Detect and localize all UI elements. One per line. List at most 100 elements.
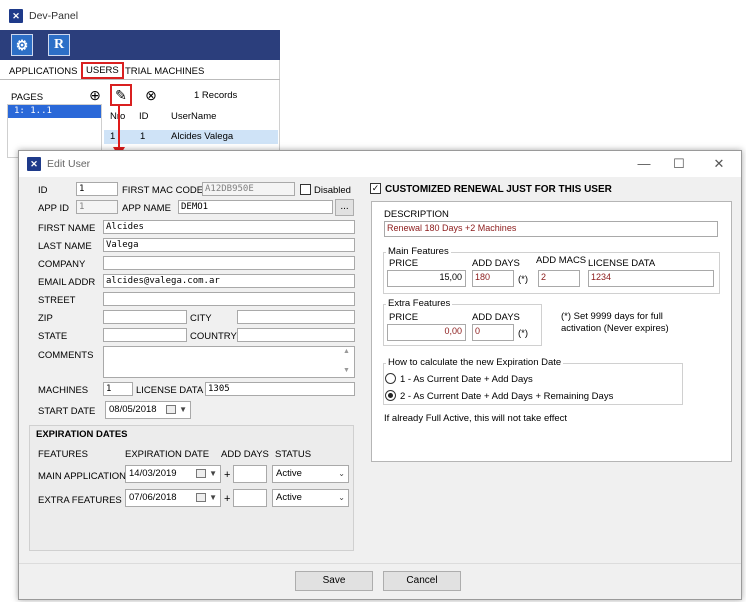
description-field[interactable]: Renewal 180 Days +2 Machines — [384, 221, 718, 237]
first-mac-label: FIRST MAC CODE — [122, 185, 204, 196]
tab-trial-machines[interactable]: TRIAL MACHINES — [122, 64, 207, 79]
license-data-field[interactable]: 1305 — [205, 382, 355, 396]
option-1-radio[interactable] — [385, 373, 396, 384]
scroll-down-icon[interactable]: ▼ — [343, 367, 350, 374]
chevron-down-icon[interactable]: ▼ — [179, 402, 187, 418]
extra-add-days-field[interactable]: 0 — [472, 324, 514, 341]
extra-add-days-field[interactable] — [233, 489, 267, 507]
edit-user-dialog: ✕ Edit User — ☐ ✕ ID 1 FIRST MAC CODE A1… — [18, 150, 742, 600]
company-field[interactable] — [103, 256, 355, 270]
custom-renewal-label: CUSTOMIZED RENEWAL JUST FOR THIS USER — [385, 184, 612, 195]
street-field[interactable] — [103, 292, 355, 306]
minimize-icon[interactable]: — — [634, 155, 654, 173]
arrow-line — [118, 106, 120, 150]
settings-gear-icon[interactable]: ⚙ — [11, 34, 33, 56]
chevron-down-icon[interactable]: ▼ — [209, 466, 217, 482]
city-field[interactable] — [237, 310, 355, 324]
cancel-button[interactable]: Cancel — [383, 571, 461, 591]
pages-list-item[interactable]: 1: 1..1 — [8, 105, 101, 118]
extra-status-select[interactable]: Active ⌄ — [272, 489, 349, 507]
main-add-days-field[interactable] — [233, 465, 267, 483]
dev-panel-toolbar: ⚙ R — [0, 30, 280, 60]
last-name-field[interactable]: Valega — [103, 238, 355, 252]
email-label: EMAIL ADDR — [38, 277, 96, 288]
option-1-label: 1 - As Current Date + Add Days — [400, 374, 533, 385]
note-line-2: activation (Never expires) — [561, 323, 669, 334]
zip-label: ZIP — [38, 313, 53, 324]
company-label: COMPANY — [38, 259, 86, 270]
close-icon[interactable]: ✕ — [709, 155, 729, 173]
edit-record-icon[interactable]: ✎ — [110, 84, 132, 106]
extra-exp-date-value: 07/06/2018 — [129, 492, 177, 503]
calendar-icon[interactable] — [196, 493, 206, 502]
email-field[interactable]: alcides@valega.com.ar — [103, 274, 355, 288]
expiration-section-title: EXPIRATION DATES — [36, 429, 128, 440]
feature-extra-features: EXTRA FEATURES — [38, 495, 122, 506]
add-macs-field[interactable]: 2 — [538, 270, 580, 287]
calendar-icon[interactable] — [196, 469, 206, 478]
chevron-down-icon[interactable]: ⌄ — [338, 490, 345, 506]
start-date-picker[interactable]: 08/05/2018 ▼ — [105, 401, 191, 419]
grid-header-id[interactable]: ID — [139, 111, 149, 122]
dialog-logo-icon: ✕ — [27, 157, 41, 171]
street-label: STREET — [38, 295, 76, 306]
first-name-label: FIRST NAME — [38, 223, 96, 234]
row-username: Alcides Valega — [171, 131, 234, 142]
comments-label: COMMENTS — [38, 350, 94, 361]
extra-price-label: PRICE — [389, 312, 419, 323]
option-2-radio[interactable] — [385, 390, 396, 401]
main-exp-date-picker[interactable]: 14/03/2019 ▼ — [125, 465, 221, 483]
custom-renewal-checkbox[interactable]: ✓ — [370, 183, 381, 194]
scroll-up-icon[interactable]: ▲ — [343, 348, 350, 355]
price-field[interactable]: 15,00 — [387, 270, 466, 287]
chevron-down-icon[interactable]: ▼ — [209, 490, 217, 506]
extra-add-days-label: ADD DAYS — [472, 312, 520, 323]
chevron-down-icon[interactable]: ⌄ — [338, 466, 345, 482]
tab-applications[interactable]: APPLICATIONS — [6, 64, 80, 79]
option-2-label: 2 - As Current Date + Add Days + Remaini… — [400, 391, 614, 402]
app-name-field[interactable]: DEMO1 — [178, 200, 333, 214]
disabled-label: Disabled — [314, 185, 351, 196]
app-name-label: APP NAME — [122, 203, 171, 214]
main-license-data-field[interactable]: 1234 — [588, 270, 714, 287]
feature-main-application: MAIN APPLICATION — [38, 471, 126, 482]
zip-field[interactable] — [103, 310, 187, 324]
maximize-icon[interactable]: ☐ — [669, 155, 689, 173]
add-record-icon[interactable]: ⊕ — [86, 86, 104, 104]
state-label: STATE — [38, 331, 68, 342]
plus-sign: + — [224, 469, 231, 481]
table-row[interactable]: 1 1 Alcides Valega — [104, 130, 278, 144]
first-mac-field[interactable]: A12DB950E — [202, 182, 295, 196]
extra-exp-date-picker[interactable]: 07/06/2018 ▼ — [125, 489, 221, 507]
app-id-label: APP ID — [38, 203, 69, 214]
extra-price-field[interactable]: 0,00 — [387, 324, 466, 341]
row-id: 1 — [140, 131, 146, 142]
tab-users[interactable]: USERS — [81, 62, 124, 79]
row-nro: 1 — [110, 131, 116, 142]
expiration-group — [29, 425, 354, 551]
calc-group-label: How to calculate the new Expiration Date — [386, 357, 564, 368]
extra-status-value: Active — [276, 492, 302, 503]
id-field[interactable]: 1 — [76, 182, 118, 196]
browse-app-button[interactable]: ... — [335, 199, 354, 216]
main-exp-date-value: 14/03/2019 — [129, 468, 177, 479]
grid-header-username[interactable]: UserName — [171, 111, 216, 122]
disabled-checkbox[interactable] — [300, 184, 311, 195]
main-status-select[interactable]: Active ⌄ — [272, 465, 349, 483]
r-logo-button[interactable]: R — [48, 34, 70, 56]
first-name-field[interactable]: Alcides — [103, 220, 355, 234]
delete-record-icon[interactable]: ⊗ — [142, 86, 160, 104]
dev-panel-titlebar: ✕ Dev-Panel — [0, 0, 280, 30]
add-days-field[interactable]: 180 — [472, 270, 514, 287]
app-logo-icon: ✕ — [9, 9, 23, 23]
add-days-label: ADD DAYS — [472, 258, 520, 269]
state-field[interactable] — [103, 328, 187, 342]
dev-panel-tabs: APPLICATIONS USERS TRIAL MACHINES — [0, 62, 280, 80]
country-field[interactable] — [237, 328, 355, 342]
save-button[interactable]: Save — [295, 571, 373, 591]
calendar-icon[interactable] — [166, 405, 176, 414]
machines-field[interactable]: 1 — [103, 382, 133, 396]
add-macs-label: ADD MACS — [536, 255, 587, 266]
comments-textarea[interactable] — [103, 346, 355, 378]
app-id-field[interactable]: 1 — [76, 200, 118, 214]
